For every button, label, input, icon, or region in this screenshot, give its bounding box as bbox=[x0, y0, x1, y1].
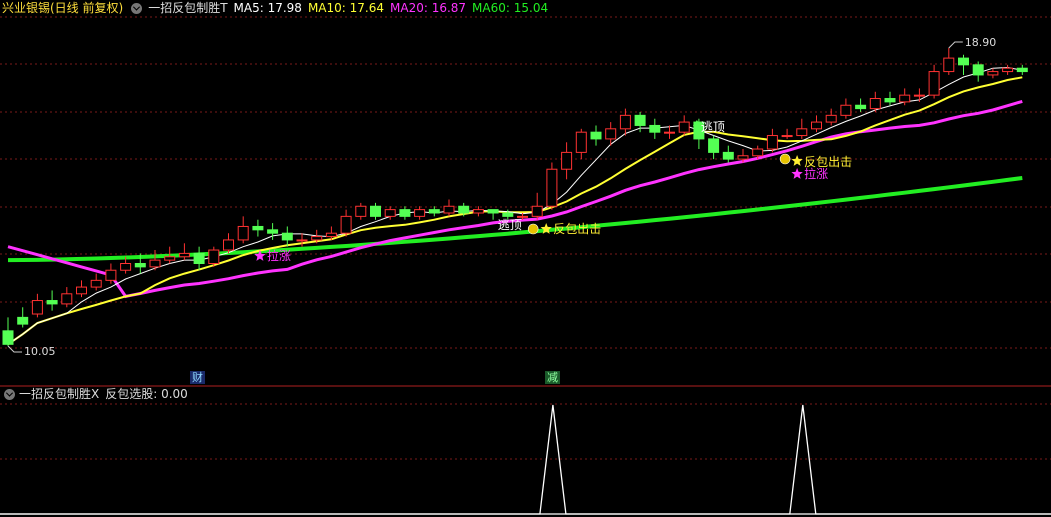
signal-coin-icon bbox=[527, 223, 539, 235]
candle-body bbox=[428, 209, 440, 214]
candle-body bbox=[193, 252, 205, 265]
candle-body bbox=[958, 57, 969, 66]
candle-body bbox=[561, 151, 573, 170]
candle-body bbox=[605, 128, 617, 140]
candle-body bbox=[649, 124, 661, 133]
price-low-label: 10.05 bbox=[24, 345, 56, 358]
kline-chart[interactable]: 18.9010.05反包出击逃顶反包出击拉涨逃顶拉涨 bbox=[0, 0, 1051, 517]
signal-star-icon bbox=[791, 155, 803, 166]
candle-body bbox=[399, 209, 411, 217]
candle-body bbox=[546, 168, 558, 207]
candle-body bbox=[634, 114, 646, 126]
candle-body bbox=[252, 225, 264, 231]
rally-label: 拉涨 bbox=[804, 166, 828, 181]
candle-body bbox=[134, 263, 146, 268]
rally-star-icon bbox=[791, 168, 803, 179]
candle-body bbox=[472, 209, 484, 214]
candle-body bbox=[90, 279, 102, 288]
candle-body bbox=[678, 121, 690, 133]
price-low-label-pointer bbox=[7, 345, 22, 353]
candle-body bbox=[414, 209, 426, 217]
price-high-label: 18.90 bbox=[965, 36, 997, 49]
candle-body bbox=[708, 138, 720, 153]
rally-label: 拉涨 bbox=[267, 248, 291, 263]
candle-body bbox=[766, 135, 778, 150]
candle-body bbox=[61, 293, 73, 305]
candle-body bbox=[884, 98, 896, 103]
candle-body bbox=[2, 330, 14, 345]
candle-body bbox=[928, 71, 940, 96]
candle-body bbox=[208, 249, 220, 265]
candle-body bbox=[223, 239, 234, 251]
escape-top-label: 逃顶 bbox=[701, 120, 725, 134]
candle-body bbox=[811, 121, 822, 130]
candle-body bbox=[619, 114, 631, 130]
candle-body bbox=[855, 104, 867, 110]
candle-body bbox=[120, 263, 132, 271]
candle-body bbox=[943, 57, 955, 73]
candle-body bbox=[913, 94, 925, 97]
candle-body bbox=[340, 215, 352, 234]
candle-body bbox=[869, 98, 881, 110]
candle-body bbox=[781, 135, 793, 138]
candle-body bbox=[370, 205, 381, 217]
candle-body bbox=[31, 300, 43, 315]
candle-body bbox=[458, 205, 470, 214]
candle-body bbox=[1002, 67, 1014, 73]
candle-body bbox=[149, 259, 161, 268]
candle-body bbox=[575, 131, 587, 153]
candle-body bbox=[531, 205, 543, 217]
candle-body bbox=[296, 239, 308, 242]
candle-body bbox=[325, 232, 337, 238]
candle-body bbox=[46, 300, 58, 305]
candle-body bbox=[267, 229, 279, 234]
candle-body bbox=[164, 256, 176, 261]
candle-body bbox=[178, 252, 190, 258]
candle-body bbox=[664, 131, 675, 134]
candle-body bbox=[840, 104, 852, 116]
candle-body bbox=[355, 205, 367, 217]
escape-top-label: 逃顶 bbox=[498, 218, 522, 232]
rebound-signal-label: 反包出击 bbox=[553, 222, 601, 236]
candle-body bbox=[384, 209, 396, 217]
candle-body bbox=[105, 269, 117, 281]
candle-body bbox=[443, 205, 455, 214]
candle-body bbox=[987, 71, 999, 76]
candle-body bbox=[722, 151, 734, 160]
ma10-line bbox=[7, 76, 1023, 346]
price-high-label-pointer bbox=[948, 41, 963, 49]
candle-body bbox=[311, 236, 323, 241]
candle-body bbox=[899, 94, 911, 103]
signal-coin-icon bbox=[779, 153, 791, 165]
candle-body bbox=[590, 131, 602, 140]
candle-body bbox=[737, 155, 749, 160]
candle-body bbox=[1016, 67, 1028, 73]
candle-body bbox=[17, 316, 29, 325]
candle-body bbox=[487, 209, 499, 214]
candle-body bbox=[237, 225, 249, 241]
candle-body bbox=[796, 128, 808, 137]
candle-body bbox=[752, 148, 764, 157]
candle-body bbox=[281, 232, 293, 241]
candle-body bbox=[76, 286, 87, 295]
candle-body bbox=[502, 212, 514, 217]
candle-body bbox=[972, 64, 984, 76]
candle-body bbox=[825, 114, 837, 123]
